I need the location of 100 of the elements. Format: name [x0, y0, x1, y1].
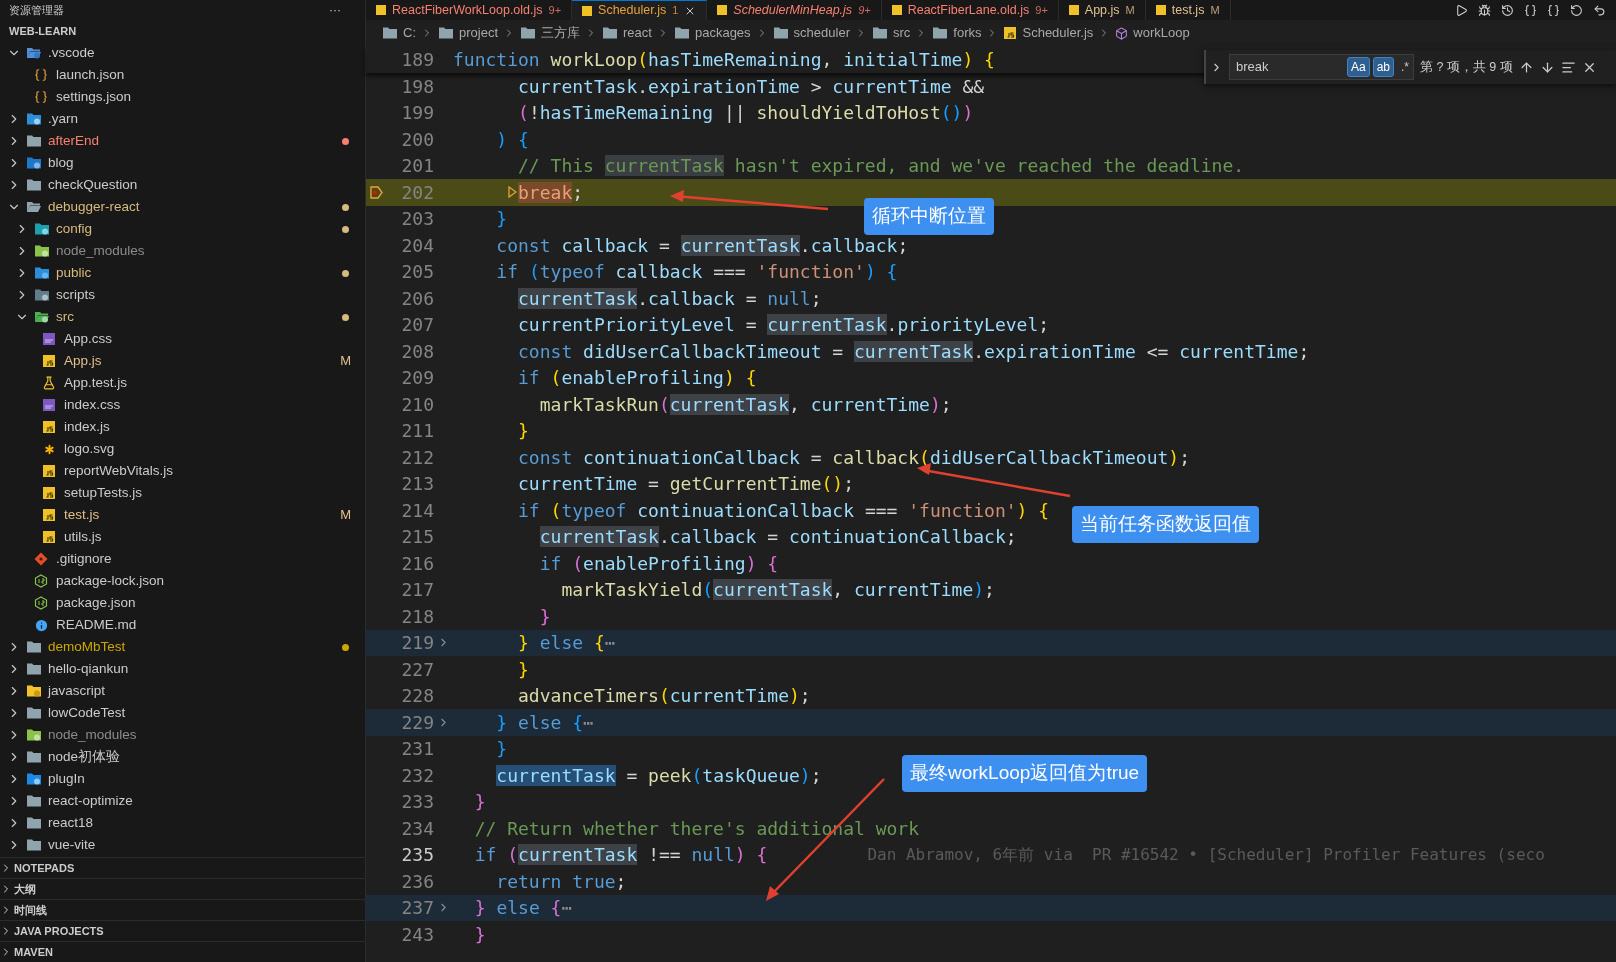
file-item[interactable]: index.css	[0, 394, 365, 416]
folder-item[interactable]: node初体验	[0, 746, 365, 768]
callout-label: 当前任务函数返回值	[1072, 506, 1259, 543]
code-line: }	[538, 604, 551, 629]
history-icon[interactable]	[1501, 3, 1514, 17]
code-line: if (enableProfiling) {	[517, 366, 757, 391]
folder-item[interactable]: javascript	[0, 680, 365, 702]
folder-item[interactable]: public	[0, 262, 365, 284]
line-number: 236	[400, 869, 434, 894]
breadcrumb-item[interactable]: scheduler	[793, 23, 850, 43]
code-line: }	[495, 207, 508, 232]
bug-icon[interactable]	[1478, 3, 1491, 17]
find-option-toggle[interactable]: .*	[1397, 57, 1413, 77]
file-item[interactable]: setupTests.js	[0, 482, 365, 504]
folder-icon	[26, 46, 42, 60]
folder-item[interactable]: lowCodeTest	[0, 702, 365, 724]
section-header[interactable]: 时间线	[0, 899, 365, 920]
find-in-selection-icon[interactable]	[1560, 59, 1576, 75]
file-item[interactable]: reportWebVitals.js	[0, 460, 365, 482]
folder-item[interactable]: react18	[0, 812, 365, 834]
folder-item[interactable]: react-optimize	[0, 790, 365, 812]
breadcrumb-item[interactable]: src	[892, 23, 911, 43]
item-label: node_modules	[48, 725, 137, 744]
file-item[interactable]: package-lock.json	[0, 570, 365, 592]
section-header[interactable]: 大纲	[0, 878, 365, 899]
find-input[interactable]: break Aa ab .*	[1229, 54, 1414, 80]
folder-icon	[34, 244, 50, 258]
file-item[interactable]: package.json	[0, 592, 365, 614]
folder-item[interactable]: node_modules	[0, 240, 365, 262]
breadcrumb-item[interactable]: workLoop	[1133, 23, 1190, 43]
folder-icon	[673, 26, 690, 40]
line-number: 235	[400, 843, 434, 868]
folder-icon	[34, 266, 50, 280]
breadcrumb-item[interactable]: C:	[403, 23, 416, 43]
js-file-icon	[42, 420, 56, 434]
section-header[interactable]: JAVA PROJECTS	[0, 920, 365, 941]
folder-item[interactable]: plugIn	[0, 768, 365, 790]
find-option-toggle[interactable]: ab	[1372, 57, 1394, 77]
css-file-icon	[42, 398, 56, 412]
braces-icon[interactable]	[1547, 3, 1560, 17]
find-option-toggle[interactable]: Aa	[1346, 57, 1370, 77]
section-header[interactable]: MAVEN	[0, 941, 365, 962]
folder-item[interactable]: blog	[0, 152, 365, 174]
line-number: 215	[400, 525, 434, 550]
folder-item[interactable]: .vscode	[0, 42, 365, 64]
folder-icon	[34, 310, 50, 324]
section-header[interactable]: NOTEPADS	[0, 857, 365, 878]
editor-tab[interactable]: Scheduler.js 1	[572, 0, 708, 20]
line-number: 218	[400, 604, 434, 629]
folder-item[interactable]: scripts	[0, 284, 365, 306]
code-line: const continuationCallback = callback(didUserCallbackTimeout);	[517, 445, 1190, 470]
breadcrumb-item[interactable]: 三方库	[541, 23, 581, 43]
item-label: scripts	[56, 285, 95, 304]
line-number: 232	[400, 763, 434, 788]
folder-icon	[26, 706, 42, 720]
breakpoint-arrow-icon[interactable]	[369, 185, 383, 199]
folder-item[interactable]: src	[0, 306, 365, 328]
folder-item[interactable]: afterEnd	[0, 130, 365, 152]
braces-icon[interactable]	[1524, 3, 1537, 17]
file-item[interactable]: App.test.js	[0, 372, 365, 394]
breadcrumb-item[interactable]: Scheduler.js	[1022, 23, 1094, 43]
breadcrumb-item[interactable]: project	[459, 23, 499, 43]
line-number: 198	[400, 74, 434, 99]
folder-item[interactable]: vue-vite	[0, 834, 365, 856]
file-item[interactable]: README.md	[0, 614, 365, 636]
git-icon	[34, 552, 48, 566]
rotate-icon[interactable]	[1570, 3, 1583, 17]
js-file-icon	[42, 464, 56, 478]
run-icon[interactable]	[1455, 3, 1468, 17]
line-number: 229	[400, 710, 434, 735]
breadcrumb-item[interactable]: react	[623, 23, 652, 43]
file-item[interactable]: test.js M	[0, 504, 365, 526]
folder-icon	[772, 26, 789, 40]
folder-item[interactable]: debugger-react	[0, 196, 365, 218]
folder-item[interactable]: demoMbTest	[0, 636, 365, 658]
folder-item[interactable]: hello-qiankun	[0, 658, 365, 680]
file-item[interactable]: App.js M	[0, 350, 365, 372]
file-item[interactable]: logo.svg	[0, 438, 365, 460]
folder-item[interactable]: node_modules	[0, 724, 365, 746]
undo-icon[interactable]	[1593, 3, 1606, 17]
file-item[interactable]: settings.json	[0, 86, 365, 108]
previous-match-icon[interactable]	[1518, 59, 1534, 75]
folder-item[interactable]: checkQuestion	[0, 174, 365, 196]
file-item[interactable]: index.js	[0, 416, 365, 438]
item-label: package-lock.json	[56, 571, 165, 590]
next-match-icon[interactable]	[1539, 59, 1555, 75]
line-number: 234	[400, 816, 434, 841]
workspace-header[interactable]: WEB-LEARN	[9, 22, 77, 40]
file-item[interactable]: launch.json	[0, 64, 365, 86]
folder-item[interactable]: config	[0, 218, 365, 240]
breadcrumb-item[interactable]: packages	[694, 23, 751, 43]
item-label: .gitignore	[56, 549, 112, 568]
js-file-icon	[42, 530, 56, 544]
folder-item[interactable]: .yarn	[0, 108, 365, 130]
file-item[interactable]: App.css	[0, 328, 365, 350]
file-item[interactable]: .gitignore	[0, 548, 365, 570]
more-actions-button[interactable]: ···	[329, 1, 341, 19]
item-label: blog	[48, 153, 74, 172]
breadcrumb-item[interactable]: forks	[953, 23, 982, 43]
file-item[interactable]: utils.js	[0, 526, 365, 548]
